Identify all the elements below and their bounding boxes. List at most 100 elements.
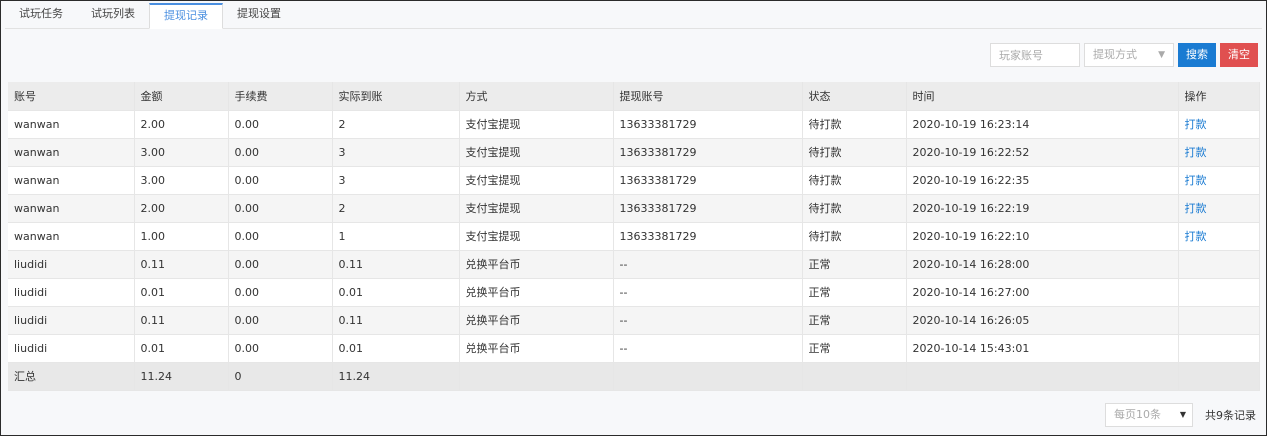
column-header-status: 状态	[802, 82, 907, 111]
cell-time: 2020-10-14 16:27:00	[906, 278, 1179, 307]
cell-amount: 3.00	[134, 138, 229, 167]
search-button[interactable]: 搜索	[1178, 43, 1216, 67]
cell-method: 兑换平台币	[459, 306, 614, 335]
withdraw-method-select[interactable]: 提现方式 ▼	[1084, 43, 1174, 67]
cell-action: 打款	[1178, 166, 1260, 195]
cell-method: 支付宝提现	[459, 222, 614, 251]
table-row: wanwan 3.00 0.00 3 支付宝提现 13633381729 待打款 2020-1…	[8, 138, 1260, 167]
cell-withdraw-account: 13633381729	[613, 110, 803, 139]
cell-withdraw-account: 13633381729	[613, 222, 803, 251]
table-row: wanwan 3.00 0.00 3 支付宝提现 13633381729 待打款 2020-1…	[8, 166, 1260, 195]
summary-cell-method	[459, 362, 614, 391]
column-header-method: 方式	[459, 82, 614, 111]
cell-account: wanwan	[8, 222, 135, 251]
cell-amount: 1.00	[134, 222, 229, 251]
cell-fee: 0.00	[228, 278, 333, 307]
cell-time: 2020-10-19 16:22:19	[906, 194, 1179, 223]
caret-down-icon: ▼	[1179, 410, 1186, 419]
cell-action: 打款	[1178, 194, 1260, 223]
cell-fee: 0.00	[228, 222, 333, 251]
caret-down-icon: ▼	[1158, 50, 1165, 60]
pay-link[interactable]: 打款	[1185, 202, 1207, 215]
cell-account: liudidi	[8, 250, 135, 279]
cell-actual-received: 1	[332, 222, 460, 251]
cell-time: 2020-10-14 15:43:01	[906, 334, 1179, 363]
cell-status: 正常	[802, 306, 907, 335]
cell-withdraw-account: 13633381729	[613, 138, 803, 167]
cell-actual-received: 3	[332, 138, 460, 167]
clear-button[interactable]: 清空	[1220, 43, 1258, 67]
cell-status: 待打款	[802, 110, 907, 139]
cell-method: 兑换平台币	[459, 250, 614, 279]
summary-cell-time	[906, 362, 1179, 391]
page-size-label: 每页10条	[1114, 408, 1161, 421]
cell-fee: 0.00	[228, 334, 333, 363]
cell-amount: 0.11	[134, 250, 229, 279]
table-row: wanwan 2.00 0.00 2 支付宝提现 13633381729 待打款 2020-1…	[8, 194, 1260, 223]
column-header-actual-received: 实际到账	[332, 82, 460, 111]
pay-link[interactable]: 打款	[1185, 118, 1207, 131]
summary-cell-fee: 0	[228, 362, 333, 391]
table-row: wanwan 2.00 0.00 2 支付宝提现 13633381729 待打款 2020-1…	[8, 110, 1260, 139]
table-row: wanwan 1.00 0.00 1 支付宝提现 13633381729 待打款 2020-1…	[8, 222, 1260, 251]
cell-time: 2020-10-19 16:22:35	[906, 166, 1179, 195]
summary-cell-action	[1178, 362, 1260, 391]
cell-account: liudidi	[8, 306, 135, 335]
cell-status: 待打款	[802, 166, 907, 195]
cell-amount: 3.00	[134, 166, 229, 195]
column-header-account: 账号	[8, 82, 135, 111]
pay-link[interactable]: 打款	[1185, 230, 1207, 243]
cell-withdraw-account: 13633381729	[613, 194, 803, 223]
tab-withdraw-settings[interactable]: 提现设置	[223, 3, 295, 28]
cell-time: 2020-10-19 16:23:14	[906, 110, 1179, 139]
page-size-select[interactable]: 每页10条 ▼	[1105, 403, 1193, 427]
cell-status: 正常	[802, 250, 907, 279]
cell-action: 打款	[1178, 222, 1260, 251]
tab-bar: 试玩任务 试玩列表 提现记录 提现设置	[5, 3, 1262, 29]
pay-link[interactable]: 打款	[1185, 174, 1207, 187]
cell-account: wanwan	[8, 166, 135, 195]
summary-cell-actual-received: 11.24	[332, 362, 460, 391]
cell-status: 待打款	[802, 222, 907, 251]
total-records-label: 共9条记录	[1205, 409, 1256, 422]
cell-actual-received: 0.11	[332, 250, 460, 279]
column-header-action: 操作	[1178, 82, 1260, 111]
cell-account: wanwan	[8, 194, 135, 223]
pay-link[interactable]: 打款	[1185, 146, 1207, 159]
cell-amount: 2.00	[134, 194, 229, 223]
column-header-withdraw-account: 提现账号	[613, 82, 803, 111]
cell-action	[1178, 306, 1260, 335]
cell-method: 支付宝提现	[459, 110, 614, 139]
table-row: liudidi 0.01 0.00 0.01 兑换平台币 -- 正常 2020-10-14 1…	[8, 278, 1260, 307]
tab-trial-tasks[interactable]: 试玩任务	[5, 3, 77, 28]
cell-amount: 0.01	[134, 334, 229, 363]
column-header-amount: 金额	[134, 82, 229, 111]
cell-status: 待打款	[802, 138, 907, 167]
summary-cell-account: 汇总	[8, 362, 135, 391]
cell-fee: 0.00	[228, 194, 333, 223]
cell-fee: 0.00	[228, 110, 333, 139]
cell-withdraw-account: --	[613, 334, 803, 363]
cell-status: 正常	[802, 334, 907, 363]
cell-fee: 0.00	[228, 166, 333, 195]
cell-account: liudidi	[8, 278, 135, 307]
cell-fee: 0.00	[228, 250, 333, 279]
tab-withdraw-records[interactable]: 提现记录	[149, 3, 223, 29]
cell-method: 支付宝提现	[459, 166, 614, 195]
tab-trial-list[interactable]: 试玩列表	[77, 3, 149, 28]
player-account-input[interactable]	[990, 43, 1080, 67]
cell-account: wanwan	[8, 138, 135, 167]
summary-cell-amount: 11.24	[134, 362, 229, 391]
filter-toolbar: 提现方式 ▼ 搜索 清空	[990, 42, 1258, 68]
column-header-time: 时间	[906, 82, 1179, 111]
cell-actual-received: 2	[332, 110, 460, 139]
cell-time: 2020-10-19 16:22:10	[906, 222, 1179, 251]
cell-actual-received: 0.01	[332, 334, 460, 363]
cell-actual-received: 0.01	[332, 278, 460, 307]
cell-status: 正常	[802, 278, 907, 307]
table-row: liudidi 0.11 0.00 0.11 兑换平台币 -- 正常 2020-10-14 1…	[8, 306, 1260, 335]
cell-withdraw-account: --	[613, 306, 803, 335]
cell-method: 兑换平台币	[459, 334, 614, 363]
cell-method: 兑换平台币	[459, 278, 614, 307]
column-header-fee: 手续费	[228, 82, 333, 111]
